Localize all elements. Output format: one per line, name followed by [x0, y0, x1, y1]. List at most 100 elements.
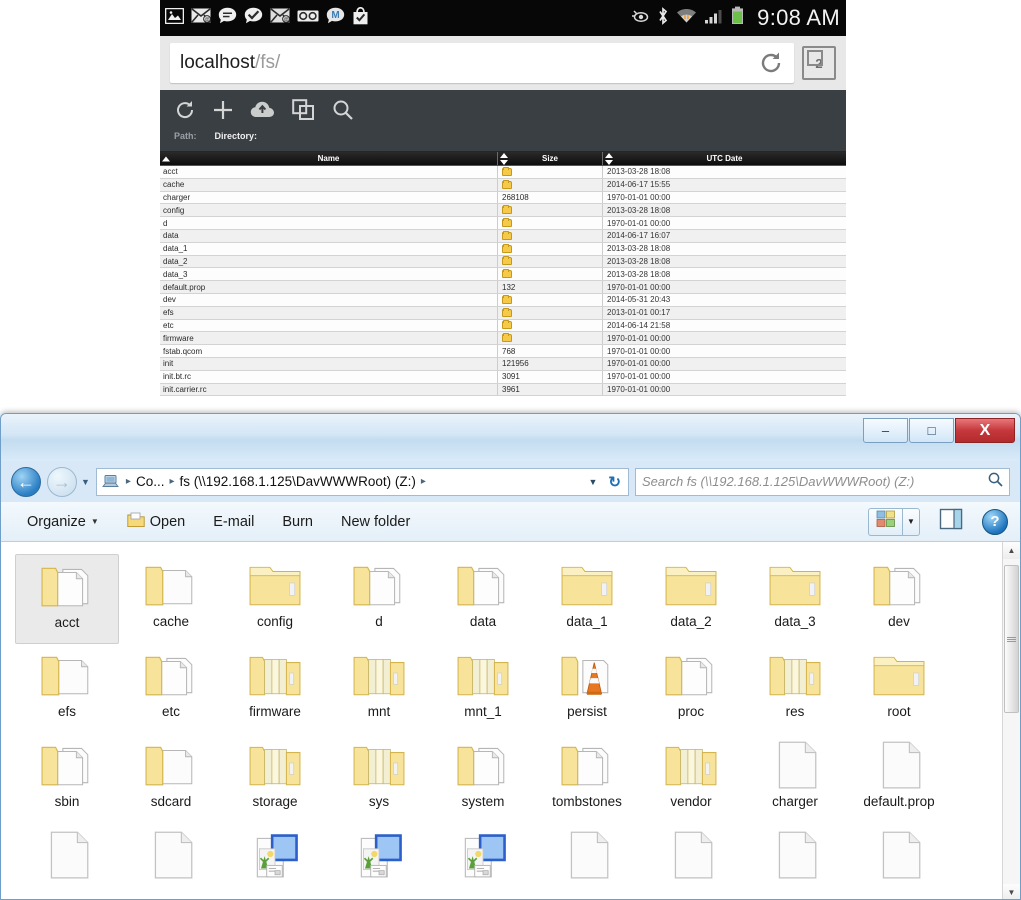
table-row[interactable]: init.bt.rc 3091 1970-01-01 00:00 [160, 370, 846, 384]
file-item-sbin[interactable]: sbin [15, 734, 119, 824]
table-row[interactable]: fstab.qcom 768 1970-01-01 00:00 [160, 345, 846, 358]
table-row[interactable]: data_2 2013-03-28 18:08 [160, 255, 846, 269]
copy-icon[interactable] [292, 98, 316, 126]
table-row[interactable]: d 1970-01-01 00:00 [160, 217, 846, 230]
file-item-storage[interactable]: storage [223, 734, 327, 824]
filemanager-toolbar: Path: Directory: [160, 90, 846, 152]
new-folder-button[interactable]: New folder [327, 509, 424, 535]
search-icon[interactable] [332, 99, 354, 126]
view-options-dropdown[interactable]: ▼ [902, 507, 920, 536]
breadcrumb-computer[interactable]: Co... [136, 474, 165, 489]
file-item-charger[interactable]: charger [743, 734, 847, 824]
play-store-icon [352, 6, 369, 30]
table-row[interactable]: charger 268108 1970-01-01 00:00 [160, 191, 846, 205]
file-item-mnt[interactable]: mnt [327, 644, 431, 734]
table-row[interactable]: acct 2013-03-28 18:08 [160, 166, 846, 179]
table-row[interactable]: dev 2014-05-31 20:43 [160, 293, 846, 307]
table-row[interactable]: cache 2014-06-17 15:55 [160, 178, 846, 192]
table-row[interactable]: config 2013-03-28 18:08 [160, 204, 846, 218]
maximize-button[interactable]: □ [909, 418, 954, 443]
file-item[interactable] [119, 824, 223, 899]
column-header-size-label: Size [541, 154, 558, 163]
file-item-label: persist [567, 704, 607, 719]
file-item-vendor[interactable]: vendor [639, 734, 743, 824]
table-row[interactable]: data 2014-06-17 16:07 [160, 229, 846, 243]
file-item-firmware[interactable]: firmware [223, 644, 327, 734]
search-input[interactable]: Search fs (\\192.168.1.125\DavWWWRoot) (… [635, 467, 1010, 496]
table-row[interactable]: data_3 2013-03-28 18:08 [160, 268, 846, 282]
file-item-data[interactable]: data [431, 554, 535, 644]
table-row[interactable]: etc 2014-06-14 21:58 [160, 319, 846, 333]
breadcrumb-dropdown-icon[interactable]: ▼ [584, 477, 603, 487]
file-item[interactable] [743, 824, 847, 899]
open-button[interactable]: Open [113, 507, 199, 537]
file-item-data-1[interactable]: data_1 [535, 554, 639, 644]
table-row[interactable]: init.carrier.rc 3961 1970-01-01 00:00 [160, 383, 846, 397]
url-input[interactable]: localhost/fs/ [170, 43, 794, 83]
file-item[interactable] [15, 824, 119, 899]
file-item-default-prop[interactable]: default.prop [847, 734, 951, 824]
file-item-dev[interactable]: dev [847, 554, 951, 644]
folder-docs-icon [40, 559, 94, 611]
email-button[interactable]: E-mail [199, 509, 268, 535]
history-dropdown-icon[interactable]: ▼ [81, 477, 90, 487]
column-header-date[interactable]: UTC Date [603, 152, 846, 165]
file-item-sys[interactable]: sys [327, 734, 431, 824]
breadcrumb-drive[interactable]: fs (\\192.168.1.125\DavWWWRoot) (Z:) [180, 474, 416, 489]
file-item-res[interactable]: res [743, 644, 847, 734]
file-item[interactable] [639, 824, 743, 899]
forward-button[interactable]: → [47, 466, 77, 497]
file-item-cache[interactable]: cache [119, 554, 223, 644]
file-item-etc[interactable]: etc [119, 644, 223, 734]
refresh-icon[interactable] [174, 99, 196, 126]
vertical-scrollbar[interactable]: ▲ ▼ [1002, 542, 1020, 899]
folder-icon [502, 243, 512, 253]
tab-switcher-button[interactable]: 2 [802, 46, 836, 80]
file-item-acct[interactable]: acct [15, 554, 119, 644]
cloud-upload-icon[interactable] [250, 100, 276, 125]
breadcrumb[interactable]: ▸ Co... ▸ fs (\\192.168.1.125\DavWWWRoot… [95, 467, 629, 496]
help-button[interactable]: ? [982, 508, 1008, 535]
file-item-d[interactable]: d [327, 554, 431, 644]
column-header-name[interactable]: Name [160, 152, 498, 165]
scroll-up-button[interactable]: ▲ [1003, 542, 1020, 559]
organize-button[interactable]: Organize ▼ [13, 509, 113, 535]
scroll-down-button[interactable]: ▼ [1003, 884, 1020, 899]
add-icon[interactable] [212, 99, 234, 126]
scroll-track[interactable] [1003, 559, 1020, 884]
table-row[interactable]: efs 2013-01-01 00:17 [160, 306, 846, 320]
close-button[interactable]: X [955, 418, 1015, 443]
file-item-system[interactable]: system [431, 734, 535, 824]
burn-button[interactable]: Burn [268, 509, 327, 535]
file-item-label: efs [57, 704, 76, 719]
column-header-size[interactable]: Size [498, 152, 603, 165]
table-row[interactable]: data_1 2013-03-28 18:08 [160, 242, 846, 256]
file-item-proc[interactable]: proc [639, 644, 743, 734]
file-item-sdcard[interactable]: sdcard [119, 734, 223, 824]
file-item[interactable] [327, 824, 431, 899]
file-item-data-2[interactable]: data_2 [639, 554, 743, 644]
reload-icon[interactable] [758, 50, 784, 76]
table-row[interactable]: firmware 1970-01-01 00:00 [160, 332, 846, 346]
file-item-persist[interactable]: persist [535, 644, 639, 734]
file-item[interactable] [535, 824, 639, 899]
file-item-efs[interactable]: efs [15, 644, 119, 734]
back-button[interactable]: ← [11, 466, 41, 497]
file-item-tombstones[interactable]: tombstones [535, 734, 639, 824]
system-status-icons: 9:08 AM [631, 5, 840, 31]
file-item-data-3[interactable]: data_3 [743, 554, 847, 644]
view-options-button[interactable] [868, 507, 902, 536]
file-item-config[interactable]: config [223, 554, 327, 644]
file-item-mnt-1[interactable]: mnt_1 [431, 644, 535, 734]
file-item[interactable] [847, 824, 951, 899]
table-row[interactable]: init 121956 1970-01-01 00:00 [160, 357, 846, 371]
file-item[interactable] [223, 824, 327, 899]
table-row[interactable]: default.prop 132 1970-01-01 00:00 [160, 281, 846, 294]
scroll-thumb[interactable] [1004, 565, 1019, 713]
file-item[interactable] [431, 824, 535, 899]
preview-pane-button[interactable] [934, 508, 968, 536]
refresh-icon[interactable]: ↻ [605, 473, 624, 491]
screenshot-icon [164, 7, 185, 29]
minimize-button[interactable]: – [863, 418, 908, 443]
file-item-root[interactable]: root [847, 644, 951, 734]
